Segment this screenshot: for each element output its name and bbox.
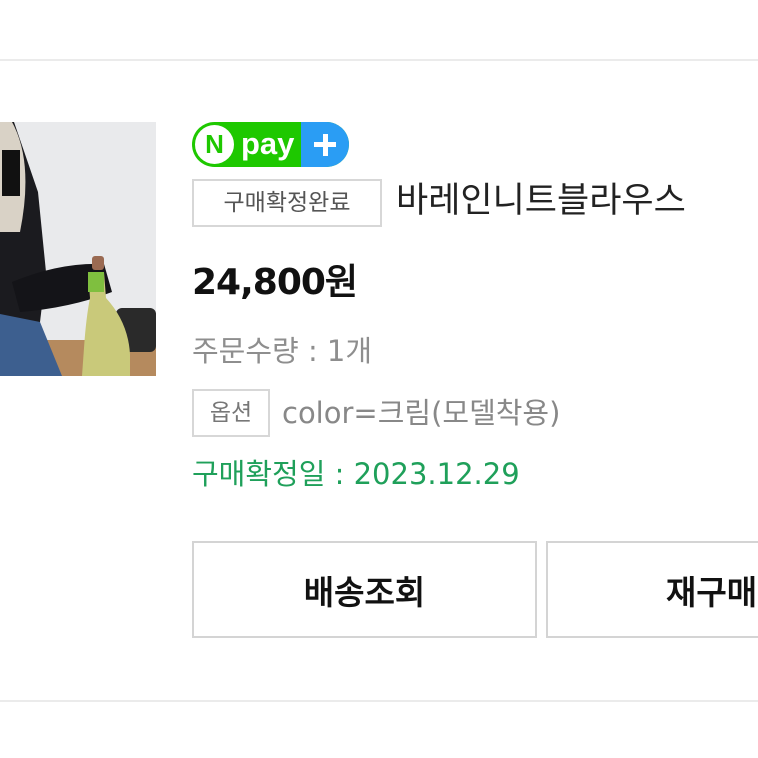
purchase-confirm-date: 구매확정일 : 2023.12.29 — [192, 457, 520, 491]
npay-n-logo: N — [195, 125, 234, 164]
order-quantity: 주문수량 : 1개 — [192, 334, 373, 368]
product-thumbnail[interactable] — [0, 122, 156, 376]
status-badge: 구매확정완료 — [192, 179, 382, 227]
bottom-divider — [0, 700, 758, 702]
npay-pay-text: pay — [241, 126, 295, 161]
option-badge: 옵션 — [192, 389, 270, 437]
rebuy-button[interactable]: 재구매 — [546, 541, 758, 638]
track-delivery-button[interactable]: 배송조회 — [192, 541, 537, 638]
plus-icon — [301, 122, 349, 167]
npay-plus-badge: N pay — [192, 122, 349, 167]
top-divider — [0, 59, 758, 61]
product-photo-illustration — [0, 122, 156, 376]
price: 24,800원 — [192, 262, 358, 303]
option-value: color=크림(모델착용) — [282, 396, 561, 430]
product-name[interactable]: 바레인니트블라우스 — [396, 176, 686, 226]
